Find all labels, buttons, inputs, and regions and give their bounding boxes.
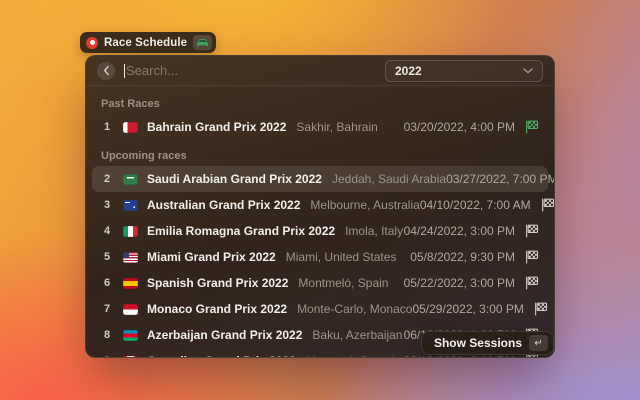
race-title: Saudi Arabian Grand Prix 2022 bbox=[147, 172, 322, 186]
launcher-window: 2022 Past Races 1 Bahrain Grand Prix 202… bbox=[85, 55, 555, 358]
race-row-emilia-romagna[interactable]: 4 Emilia Romagna Grand Prix 2022 Imola, … bbox=[92, 218, 548, 244]
country-flag-icon bbox=[123, 122, 138, 133]
race-datetime: 05/29/2022, 3:00 PM bbox=[412, 302, 523, 316]
app-tag[interactable]: Race Schedule bbox=[80, 32, 216, 53]
checkered-flag-icon bbox=[525, 224, 539, 238]
race-index: 2 bbox=[101, 173, 113, 185]
race-list: Past Races 1 Bahrain Grand Prix 2022 Sak… bbox=[86, 86, 554, 358]
section-header-upcoming: Upcoming races bbox=[101, 149, 539, 163]
race-index: 6 bbox=[101, 277, 113, 289]
country-flag-icon bbox=[123, 200, 138, 211]
race-datetime: 04/10/2022, 7:00 AM bbox=[420, 198, 531, 212]
country-flag-icon bbox=[123, 226, 138, 237]
race-title: Australian Grand Prix 2022 bbox=[147, 198, 300, 212]
race-index: 8 bbox=[101, 329, 113, 341]
race-datetime: 05/8/2022, 9:30 PM bbox=[410, 250, 515, 264]
show-sessions-button[interactable]: Show Sessions ↵ bbox=[421, 331, 554, 355]
race-index: 3 bbox=[101, 199, 113, 211]
race-row-saudi-arabia[interactable]: 2 Saudi Arabian Grand Prix 2022 Jeddah, … bbox=[92, 166, 548, 192]
checkered-flag-icon bbox=[525, 250, 539, 264]
race-row-monaco[interactable]: 7 Monaco Grand Prix 2022 Monte-Carlo, Mo… bbox=[92, 296, 548, 322]
race-location: Jeddah, Saudi Arabia bbox=[332, 172, 446, 186]
race-title: Emilia Romagna Grand Prix 2022 bbox=[147, 224, 335, 238]
race-title: Spanish Grand Prix 2022 bbox=[147, 276, 288, 290]
race-location: Montmeló, Spain bbox=[298, 276, 388, 290]
country-flag-icon bbox=[123, 252, 138, 263]
chevron-left-icon bbox=[103, 65, 110, 76]
country-flag-icon bbox=[123, 330, 138, 341]
search-input[interactable] bbox=[124, 63, 376, 78]
race-index: 7 bbox=[101, 303, 113, 315]
chevron-down-icon bbox=[523, 68, 533, 74]
race-title: Monaco Grand Prix 2022 bbox=[147, 302, 287, 316]
race-location: Baku, Azerbaijan bbox=[312, 328, 402, 342]
race-index: 1 bbox=[101, 121, 113, 133]
checkered-flag-icon bbox=[525, 276, 539, 290]
year-dropdown-value: 2022 bbox=[395, 64, 422, 78]
race-location: Melbourne, Australia bbox=[310, 198, 419, 212]
race-title: Azerbaijan Grand Prix 2022 bbox=[147, 328, 302, 342]
race-schedule-extension-icon bbox=[86, 37, 98, 49]
race-location: Miami, United States bbox=[286, 250, 397, 264]
checkered-flag-icon bbox=[534, 302, 548, 316]
race-datetime: 04/24/2022, 3:00 PM bbox=[404, 224, 515, 238]
search-bar: 2022 bbox=[86, 56, 554, 86]
race-location: Montreal, Canada bbox=[306, 354, 401, 358]
race-row-australia[interactable]: 3 Australian Grand Prix 2022 Melbourne, … bbox=[92, 192, 548, 218]
enter-key-icon: ↵ bbox=[529, 335, 548, 351]
race-title: Canadian Grand Prix 2022 bbox=[147, 354, 296, 358]
race-title: Miami Grand Prix 2022 bbox=[147, 250, 276, 264]
car-icon bbox=[193, 35, 212, 50]
app-tag-label: Race Schedule bbox=[104, 37, 187, 49]
race-title: Bahrain Grand Prix 2022 bbox=[147, 120, 286, 134]
country-flag-icon bbox=[123, 304, 138, 315]
section-header-past: Past Races bbox=[101, 97, 539, 111]
back-button[interactable] bbox=[97, 62, 115, 80]
country-flag-icon bbox=[123, 356, 138, 359]
show-sessions-label: Show Sessions bbox=[434, 336, 522, 350]
text-caret bbox=[124, 64, 125, 78]
race-datetime: 03/20/2022, 4:00 PM bbox=[404, 120, 515, 134]
country-flag-icon bbox=[123, 174, 138, 185]
race-location: Imola, Italy bbox=[345, 224, 403, 238]
race-index: 4 bbox=[101, 225, 113, 237]
country-flag-icon bbox=[123, 278, 138, 289]
race-index: 9 bbox=[101, 355, 113, 358]
checkered-flag-icon bbox=[525, 120, 539, 134]
year-dropdown[interactable]: 2022 bbox=[385, 60, 543, 82]
race-row-miami[interactable]: 5 Miami Grand Prix 2022 Miami, United St… bbox=[92, 244, 548, 270]
race-datetime: 03/27/2022, 7:00 PM bbox=[446, 172, 555, 186]
race-datetime: 05/22/2022, 3:00 PM bbox=[404, 276, 515, 290]
race-location: Sakhir, Bahrain bbox=[296, 120, 377, 134]
checkered-flag-icon bbox=[541, 198, 555, 212]
race-location: Monte-Carlo, Monaco bbox=[297, 302, 412, 316]
race-row-spain[interactable]: 6 Spanish Grand Prix 2022 Montmeló, Spai… bbox=[92, 270, 548, 296]
race-index: 5 bbox=[101, 251, 113, 263]
race-row-bahrain[interactable]: 1 Bahrain Grand Prix 2022 Sakhir, Bahrai… bbox=[92, 114, 548, 140]
